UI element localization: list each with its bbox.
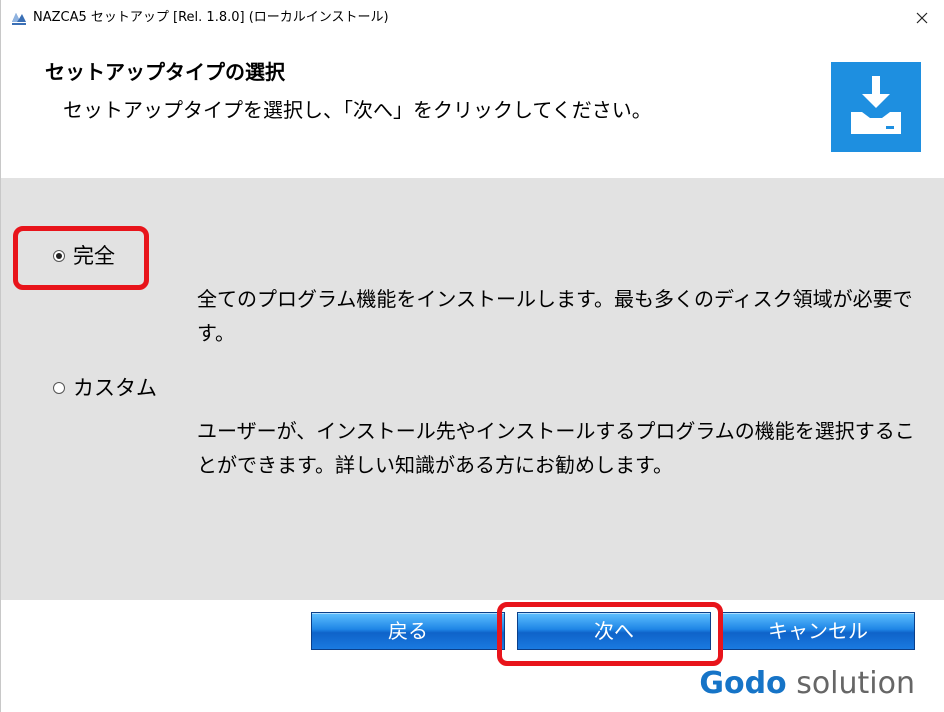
page-title: セットアップタイプの選択 [45, 60, 285, 84]
radio-custom[interactable] [53, 382, 65, 394]
app-icon [11, 10, 27, 26]
option-complete-description: 全てのプログラム機能をインストールします。最も多くのディスク領域が必要です。 [197, 287, 913, 345]
next-button[interactable]: 次へ [517, 612, 711, 650]
title-bar: NAZCA5 セットアップ [Rel. 1.8.0] (ローカルインストール) [1, 0, 944, 36]
brand-logo-godo: Godo [699, 666, 787, 701]
footer: 戻る 次へ キャンセル Godo solution [1, 600, 944, 712]
option-complete-label: 完全 [73, 244, 115, 268]
page-subtitle: セットアップタイプを選択し、「次へ」をクリックしてください。 [63, 98, 652, 122]
close-button[interactable] [899, 0, 944, 36]
option-custom-label: カスタム [73, 376, 157, 400]
back-button[interactable]: 戻る [311, 612, 505, 650]
cancel-button[interactable]: キャンセル [721, 612, 915, 650]
brand-logo: Godo solution [699, 664, 915, 704]
option-custom-description: ユーザーが、インストール先やインストールするプログラムの機能を選択することができ… [197, 419, 915, 477]
option-complete[interactable]: 完全 [53, 242, 115, 270]
header-panel: セットアップタイプの選択 セットアップタイプを選択し、「次へ」をクリックしてくだ… [1, 36, 944, 178]
setup-type-panel: 完全 全てのプログラム機能をインストールします。最も多くのディスク領域が必要です… [1, 178, 944, 600]
radio-complete[interactable] [53, 250, 65, 262]
brand-logo-solution: solution [786, 666, 915, 701]
setup-window: NAZCA5 セットアップ [Rel. 1.8.0] (ローカルインストール) … [0, 0, 944, 712]
window-title: NAZCA5 セットアップ [Rel. 1.8.0] (ローカルインストール) [33, 10, 389, 25]
close-icon [916, 9, 928, 28]
option-custom[interactable]: カスタム [53, 374, 157, 402]
install-download-icon [831, 62, 921, 152]
